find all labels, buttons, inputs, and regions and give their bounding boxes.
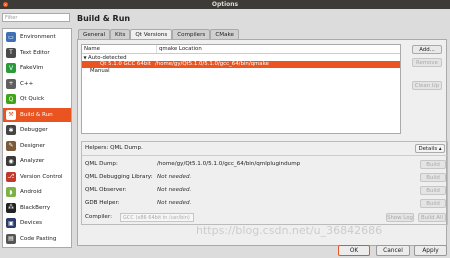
sidebar-item-label: Text Editor bbox=[20, 49, 50, 56]
sidebar-item-blackberry[interactable]: ⁂ BlackBerry bbox=[3, 201, 71, 215]
version-control-icon: ⎇ bbox=[6, 171, 16, 182]
add-button[interactable]: Add... bbox=[412, 45, 442, 54]
sidebar-item-label: FakeVim bbox=[20, 65, 44, 71]
group-auto-detected[interactable]: ▼Auto-detected bbox=[82, 54, 400, 61]
sidebar-item-label: Analyzer bbox=[20, 158, 45, 164]
gdb-helper-label: GDB Helper: bbox=[85, 200, 120, 206]
build-gdb-helper-button[interactable]: Build bbox=[420, 199, 446, 208]
sidebar-item-build-run[interactable]: ⚒ Build & Run bbox=[3, 107, 71, 122]
sidebar-item-label: Version Control bbox=[20, 173, 63, 180]
qt-quick-icon: Q bbox=[6, 94, 16, 104]
column-qmake-location[interactable]: qmake Location bbox=[157, 45, 202, 53]
show-log-button[interactable]: Show Log bbox=[386, 213, 414, 222]
sidebar-item-label: Debugger bbox=[20, 127, 48, 133]
build-qml-debugging-button[interactable]: Build bbox=[420, 173, 446, 182]
text-editor-icon: T bbox=[6, 47, 16, 58]
debugger-icon: ✱ bbox=[6, 125, 16, 135]
build-run-icon: ⚒ bbox=[6, 109, 16, 120]
window-titlebar: × Options bbox=[0, 0, 450, 9]
sidebar-item-label: Android bbox=[20, 189, 42, 195]
qml-observer-label: QML Observer: bbox=[85, 187, 127, 193]
sidebar-item-android[interactable]: ◗ Android bbox=[3, 185, 71, 199]
filter-input[interactable]: Filter bbox=[2, 13, 70, 22]
blackberry-icon: ⁂ bbox=[6, 202, 16, 213]
helpers-details: Helpers: QML Dump. Details ▴ QML Dump: /… bbox=[81, 141, 448, 225]
sidebar-item-text-editor[interactable]: T Text Editor bbox=[3, 46, 71, 60]
compiler-row: Compiler: GCC (x86 64bit in /usr/bin) Sh… bbox=[85, 213, 446, 222]
main-panel: Build & Run General Kits Qt Versions Com… bbox=[77, 12, 448, 246]
sidebar-item-debugger[interactable]: ✱ Debugger bbox=[3, 123, 71, 137]
details-toggle-button[interactable]: Details ▴ bbox=[415, 144, 445, 153]
remove-button[interactable]: Remove bbox=[412, 58, 442, 67]
sidebar-item-label: Designer bbox=[20, 142, 46, 149]
qml-observer-value: Not needed. bbox=[157, 187, 192, 193]
build-all-button[interactable]: Build All bbox=[418, 213, 446, 222]
fakevim-icon: V bbox=[6, 63, 16, 73]
sidebar: ▭ Environment T Text Editor V FakeVim + C++ Q Qt … bbox=[2, 28, 72, 248]
cancel-button[interactable]: Cancel bbox=[376, 245, 410, 256]
qml-debugging-label: QML Debugging Library: bbox=[85, 174, 153, 180]
qt-versions-panel: Name qmake Location ▼Auto-detected Qt 5.… bbox=[77, 39, 448, 246]
qml-debugging-value: Not needed. bbox=[157, 174, 192, 180]
android-icon: ◗ bbox=[6, 187, 16, 197]
apply-button[interactable]: Apply bbox=[414, 245, 447, 256]
helpers-summary: Helpers: QML Dump. bbox=[85, 145, 143, 151]
details-header: Helpers: QML Dump. Details ▴ bbox=[82, 142, 447, 156]
compiler-select[interactable]: GCC (x86 64bit in /usr/bin) bbox=[120, 213, 194, 222]
sidebar-item-devices[interactable]: ▣ Devices bbox=[3, 216, 71, 230]
qml-dump-row: QML Dump: /home/gy/Qt5.1.0/5.1.0/gcc_64/… bbox=[85, 160, 446, 169]
sidebar-item-label: BlackBerry bbox=[20, 204, 51, 211]
qt-versions-tree[interactable]: Name qmake Location ▼Auto-detected Qt 5.… bbox=[81, 44, 401, 134]
build-qml-observer-button[interactable]: Build bbox=[420, 186, 446, 195]
gdb-helper-value: Not needed. bbox=[157, 200, 192, 206]
sidebar-item-fakevim[interactable]: V FakeVim bbox=[3, 61, 71, 75]
sidebar-item-designer[interactable]: ✎ Designer bbox=[3, 139, 71, 153]
code-pasting-icon: ▤ bbox=[6, 233, 16, 244]
qt-version-row[interactable]: Qt 5.1.0 GCC 64bit /home/gy/Qt5.1.0/5.1.… bbox=[82, 61, 400, 68]
sidebar-item-label: Build & Run bbox=[20, 111, 53, 118]
sidebar-item-label: C++ bbox=[20, 80, 34, 87]
tab-bar: General Kits Qt Versions Compilers CMake bbox=[78, 29, 239, 40]
sidebar-item-qt-quick[interactable]: Q Qt Quick bbox=[3, 92, 71, 106]
sidebar-item-label: Environment bbox=[20, 34, 56, 40]
qml-dump-label: QML Dump: bbox=[85, 161, 118, 167]
sidebar-item-version-control[interactable]: ⎇ Version Control bbox=[3, 170, 71, 184]
gdb-helper-row: GDB Helper: Not needed. Build bbox=[85, 199, 446, 208]
qt-version-location: /home/gy/Qt5.1.0/5.1.0/gcc_64/bin/qmake bbox=[155, 61, 269, 67]
devices-icon: ▣ bbox=[6, 218, 16, 228]
watermark-text: https://blog.csdn.net/u_36842686 bbox=[196, 224, 383, 237]
analyzer-icon: ◉ bbox=[6, 156, 16, 166]
window-title: Options bbox=[211, 1, 239, 8]
group-manual[interactable]: Manual bbox=[82, 68, 400, 75]
compiler-label: Compiler: bbox=[85, 214, 112, 220]
qml-dump-value: /home/gy/Qt5.1.0/5.1.0/gcc_64/bin/qmlplu… bbox=[157, 161, 301, 167]
qt-version-name: Qt 5.1.0 GCC 64bit bbox=[100, 61, 151, 67]
group-label: Manual bbox=[90, 68, 110, 74]
clean-up-button[interactable]: Clean Up bbox=[412, 81, 442, 90]
sidebar-item-c[interactable]: + C++ bbox=[3, 77, 71, 91]
cpp-icon: + bbox=[6, 78, 16, 89]
sidebar-item-label: Qt Quick bbox=[20, 96, 45, 102]
sidebar-item-analyzer[interactable]: ◉ Analyzer bbox=[3, 154, 71, 168]
sidebar-item-label: Code Pasting bbox=[20, 235, 57, 242]
ok-button[interactable]: OK bbox=[338, 245, 370, 256]
designer-icon: ✎ bbox=[6, 140, 16, 151]
column-name[interactable]: Name bbox=[82, 45, 157, 53]
qml-observer-row: QML Observer: Not needed. Build bbox=[85, 186, 446, 195]
sidebar-item-environment[interactable]: ▭ Environment bbox=[3, 30, 71, 44]
monitor-icon: ▭ bbox=[6, 32, 16, 42]
build-qml-dump-button[interactable]: Build bbox=[420, 160, 446, 169]
qml-debugging-row: QML Debugging Library: Not needed. Build bbox=[85, 173, 446, 182]
sidebar-item-code-pasting[interactable]: ▤ Code Pasting bbox=[3, 232, 71, 246]
page-title: Build & Run bbox=[77, 14, 131, 23]
tree-header: Name qmake Location bbox=[82, 45, 400, 54]
sidebar-item-label: Devices bbox=[20, 220, 43, 226]
